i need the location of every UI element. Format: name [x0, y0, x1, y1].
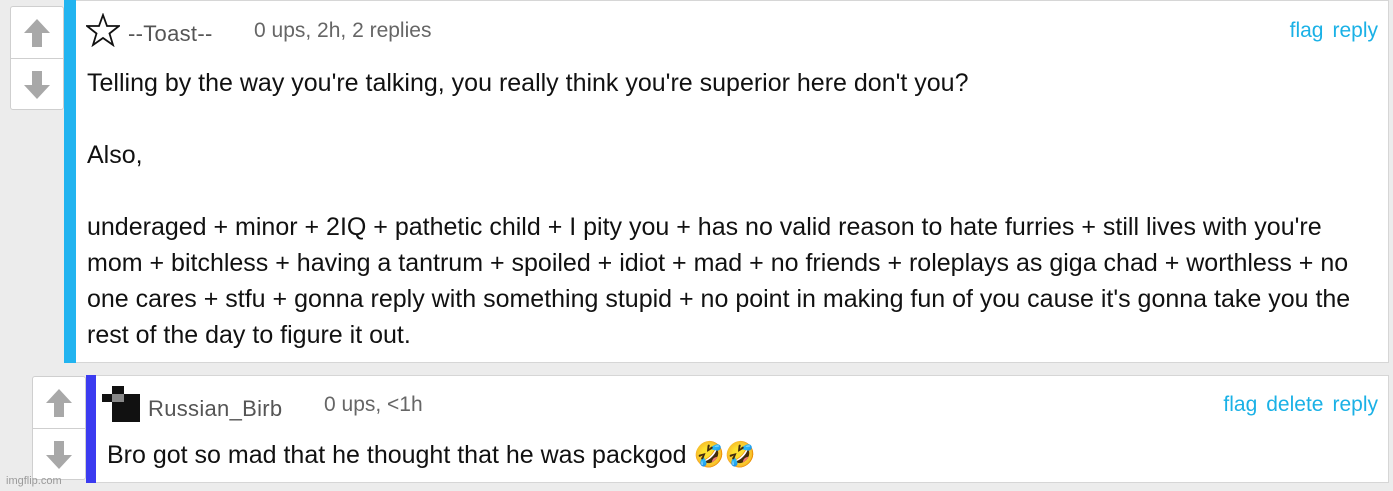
- comment-actions: flag reply: [1290, 19, 1378, 43]
- username[interactable]: --Toast--: [128, 21, 213, 47]
- comment-paragraph: Telling by the way you're talking, you r…: [87, 69, 969, 97]
- arrow-up-icon: [46, 388, 72, 417]
- flag-link[interactable]: flag: [1290, 19, 1324, 43]
- arrow-down-icon: [24, 70, 50, 99]
- comment-accent-bar: [64, 0, 76, 363]
- comment-paragraph: Also,: [87, 141, 143, 169]
- vote-box: [32, 376, 86, 480]
- comment-body: Telling by the way you're talking, you r…: [87, 65, 1377, 353]
- comment-actions: flag delete reply: [1223, 393, 1378, 417]
- reply-link[interactable]: reply: [1332, 393, 1378, 417]
- arrow-down-icon: [46, 440, 72, 469]
- flag-link[interactable]: flag: [1223, 393, 1257, 417]
- delete-link[interactable]: delete: [1266, 393, 1323, 417]
- comment-card: --Toast-- 0 ups, 2h, 2 replies flag repl…: [76, 0, 1389, 363]
- comment-header: Russian_Birb 0 ups, <1h flag delete repl…: [96, 376, 1388, 422]
- upvote-button[interactable]: [11, 7, 63, 58]
- watermark: imgflip.com: [6, 475, 62, 487]
- comment-paragraph: Bro got so mad that he thought that he w…: [107, 441, 756, 469]
- vote-box: [10, 6, 64, 110]
- comment-accent-bar: [86, 375, 96, 483]
- pixel-bird-icon: [102, 386, 140, 422]
- downvote-button[interactable]: [11, 58, 63, 110]
- comment-meta: 0 ups, 2h, 2 replies: [254, 19, 432, 42]
- downvote-button[interactable]: [33, 428, 85, 480]
- arrow-up-icon: [24, 18, 50, 47]
- comment-meta: 0 ups, <1h: [324, 393, 423, 416]
- upvote-button[interactable]: [33, 377, 85, 428]
- username[interactable]: Russian_Birb: [148, 396, 282, 422]
- comment-card: Russian_Birb 0 ups, <1h flag delete repl…: [96, 375, 1389, 483]
- comment-header: --Toast-- 0 ups, 2h, 2 replies flag repl…: [76, 1, 1388, 47]
- reply-link[interactable]: reply: [1332, 19, 1378, 43]
- comment-paragraph: underaged + minor + 2IQ + pathetic child…: [87, 213, 1351, 349]
- star-outline-icon: [86, 13, 120, 47]
- comment-body: Bro got so mad that he thought that he w…: [107, 437, 1367, 473]
